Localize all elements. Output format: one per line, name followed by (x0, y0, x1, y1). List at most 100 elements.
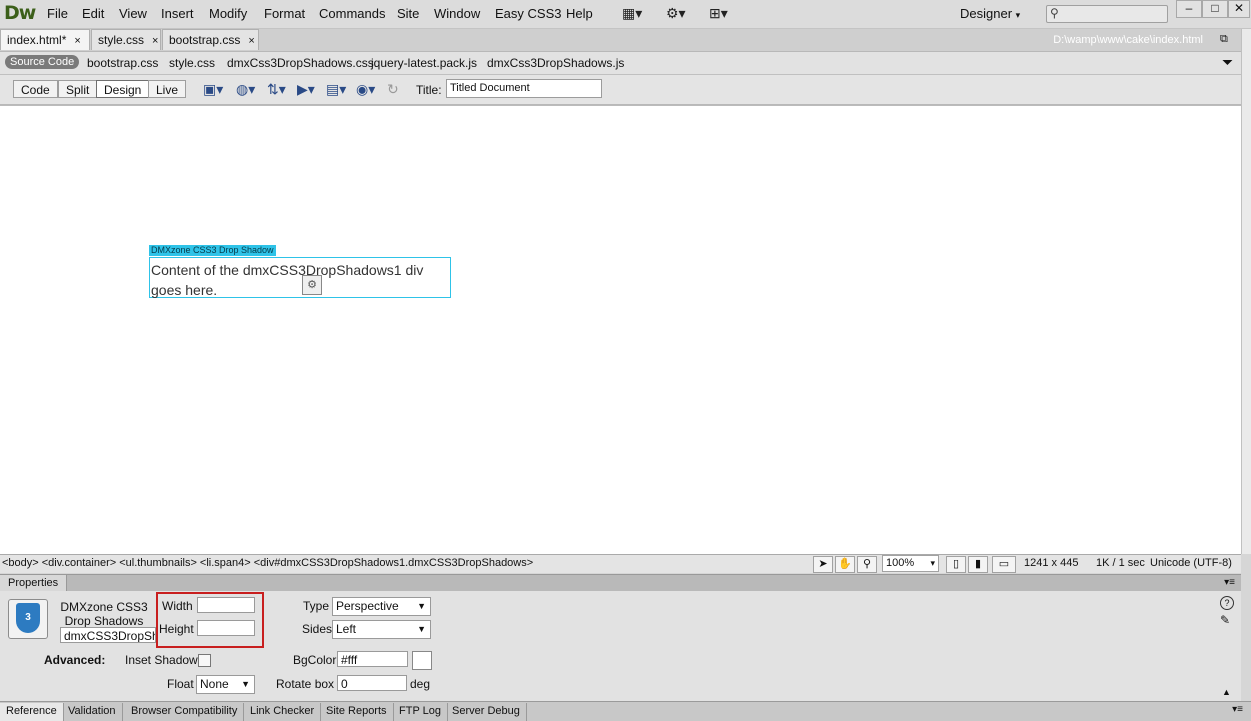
encoding: Unicode (UTF-8) (1150, 557, 1232, 569)
menu-easy-css3[interactable]: Easy CSS3 (495, 6, 561, 21)
window-size[interactable]: 1241 x 445 (1024, 557, 1078, 569)
sides-value: Left (336, 622, 357, 636)
document-toolbar: Code Split Design Live ▣▾ ◍▾ ⇅▾ ▶▾ ▤▾ ◉▾… (0, 75, 1241, 105)
inset-shadow-checkbox[interactable] (198, 654, 211, 667)
related-file[interactable]: dmxCss3DropShadows.css (227, 56, 374, 70)
script-anchor-icon[interactable]: ⚙ (302, 275, 322, 295)
tab-label: bootstrap.css (169, 33, 241, 47)
menu-site[interactable]: Site (397, 6, 419, 21)
minimize-button[interactable]: – (1176, 0, 1202, 18)
filter-icon[interactable]: ⏷ (1222, 54, 1233, 71)
restore-icon[interactable]: ⧉ (1220, 33, 1228, 46)
panel-options-icon[interactable]: ▾≡ (1224, 577, 1235, 588)
menu-format[interactable]: Format (264, 6, 305, 21)
tab-browser-compatibility[interactable]: Browser Compatibility (125, 703, 245, 721)
related-file[interactable]: bootstrap.css (87, 56, 158, 70)
menu-commands[interactable]: Commands (319, 6, 385, 21)
vertical-scrollbar[interactable] (1241, 29, 1251, 554)
drop-shadow-widget-label[interactable]: DMXzone CSS3 Drop Shadow (149, 245, 276, 256)
advanced-label: Advanced: (44, 653, 106, 667)
zoom-select[interactable]: 100% ▾ (882, 555, 939, 572)
file-path: D:\wamp\www\cake\index.html (1053, 34, 1203, 46)
related-file[interactable]: jquery-latest.pack.js (371, 56, 477, 70)
menu-window[interactable]: Window (434, 6, 480, 21)
multiscreen-icon[interactable]: ▣▾ (203, 81, 223, 98)
tab-label: index.html* (7, 33, 67, 47)
inset-shadow-label: Inset Shadow (125, 653, 198, 667)
bgcolor-input[interactable]: #fff (337, 651, 408, 667)
menu-modify[interactable]: Modify (209, 6, 247, 21)
float-label: Float (167, 677, 194, 691)
type-select[interactable]: Perspective ▼ (332, 597, 431, 616)
zoom-tool-icon[interactable]: ⚲ (857, 556, 877, 573)
width-input[interactable] (197, 597, 255, 613)
color-picker-button[interactable] (412, 651, 432, 670)
refresh-icon[interactable]: ↻ (387, 81, 399, 98)
desktop-size-icon[interactable]: ▭ (992, 556, 1016, 573)
menu-edit[interactable]: Edit (82, 6, 104, 21)
help-search-input[interactable]: ⚲ (1046, 5, 1168, 23)
chevron-down-icon: ▾ (1015, 10, 1021, 20)
workspace-switcher[interactable]: Designer ▾ (960, 6, 1020, 21)
panel-options-icon[interactable]: ▾≡ (1232, 704, 1243, 715)
menu-view[interactable]: View (119, 6, 147, 21)
design-view-button[interactable]: Design (96, 80, 150, 98)
tab-link-checker[interactable]: Link Checker (244, 703, 322, 721)
css3-shield-icon: 3 (16, 603, 40, 633)
float-select[interactable]: None ▼ (196, 675, 255, 694)
gear-icon[interactable]: ⚙▾ (666, 5, 686, 22)
tab-bootstrap-css[interactable]: bootstrap.css × (162, 29, 259, 50)
mobile-size-icon[interactable]: ▯ (946, 556, 966, 573)
hand-tool-icon[interactable]: ✋ (835, 556, 855, 573)
tab-index-html[interactable]: index.html* × (0, 29, 90, 50)
component-id-input[interactable]: dmxCSS3DropShad (60, 627, 156, 643)
css3-icon: 3 (8, 599, 48, 639)
close-window-button[interactable]: ✕ (1228, 0, 1250, 18)
sides-select[interactable]: Left ▼ (332, 620, 431, 639)
document-title-input[interactable]: Titled Document (446, 79, 602, 98)
select-tool-icon[interactable]: ➤ (813, 556, 833, 573)
split-view-button[interactable]: Split (58, 80, 98, 98)
close-icon[interactable]: × (152, 35, 158, 47)
code-view-button[interactable]: Code (13, 80, 58, 98)
layout-icon[interactable]: ▦▾ (622, 5, 642, 22)
properties-header: Properties ▾≡ (0, 574, 1241, 592)
source-code-button[interactable]: Source Code (5, 55, 80, 69)
float-value: None (200, 677, 229, 691)
file-management-icon[interactable]: ⇅▾ (267, 81, 286, 98)
site-map-icon[interactable]: ⊞▾ (709, 5, 728, 22)
live-view-button[interactable]: Live (148, 80, 187, 98)
height-input[interactable] (197, 620, 255, 636)
tablet-size-icon[interactable]: ▮ (968, 556, 988, 573)
menu-file[interactable]: File (47, 6, 68, 21)
component-name: DMXzone CSS3 Drop Shadows (60, 600, 148, 628)
help-icon[interactable]: ? (1220, 596, 1234, 610)
tab-ftp-log[interactable]: FTP Log (393, 703, 448, 721)
drop-shadow-content: Content of the dmxCSS3DropShadows1 div g… (151, 262, 424, 298)
tab-validation[interactable]: Validation (62, 703, 123, 721)
tab-server-debug[interactable]: Server Debug (446, 703, 527, 721)
close-icon[interactable]: × (248, 35, 254, 47)
related-file[interactable]: dmxCss3DropShadows.js (487, 56, 624, 70)
w3c-validation-icon[interactable]: ▶▾ (297, 81, 315, 98)
visual-aids-icon[interactable]: ◉▾ (356, 81, 375, 98)
tab-site-reports[interactable]: Site Reports (320, 703, 394, 721)
check-browser-icon[interactable]: ▤▾ (326, 81, 346, 98)
tag-selector[interactable]: <body> <div.container> <ul.thumbnails> <… (2, 557, 533, 569)
collapse-icon[interactable]: ▲ (1222, 687, 1231, 697)
preview-browser-icon[interactable]: ◍▾ (236, 81, 255, 98)
menu-bar: Dw File Edit View Insert Modify Format C… (0, 0, 1251, 29)
tab-style-css[interactable]: style.css × (91, 29, 161, 50)
rotate-box-input[interactable]: 0 (337, 675, 407, 691)
drop-shadow-div[interactable]: Content of the dmxCSS3DropShadows1 div g… (149, 257, 451, 298)
close-icon[interactable]: × (74, 35, 80, 47)
related-file[interactable]: style.css (169, 56, 215, 70)
design-canvas[interactable]: DMXzone CSS3 Drop Shadow Content of the … (0, 105, 1241, 554)
quick-tag-editor-icon[interactable]: ✎ (1220, 613, 1230, 627)
menu-insert[interactable]: Insert (161, 6, 194, 21)
menu-help[interactable]: Help (566, 6, 593, 21)
properties-tab[interactable]: Properties (0, 575, 68, 592)
maximize-button[interactable]: □ (1202, 0, 1228, 18)
tab-reference[interactable]: Reference (0, 703, 64, 721)
type-label: Type (303, 599, 330, 613)
